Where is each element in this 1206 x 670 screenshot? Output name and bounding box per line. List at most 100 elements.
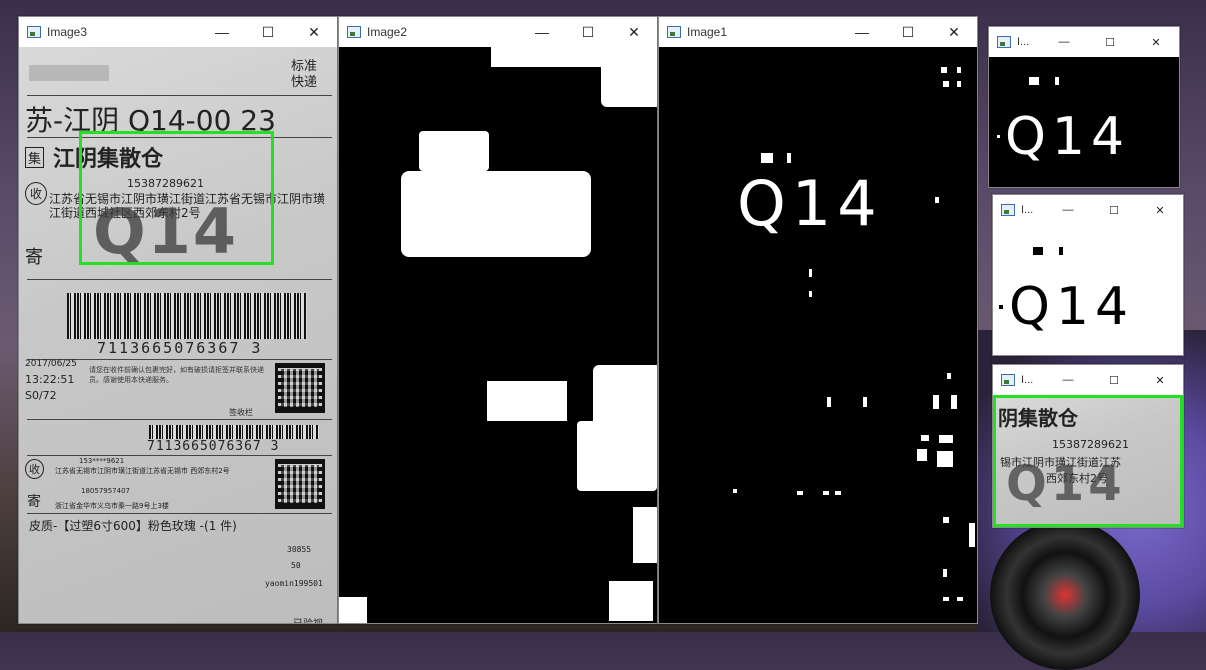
icon-post: 寄 xyxy=(25,247,43,268)
qty: 50 xyxy=(291,561,301,570)
binary-code: Q14 xyxy=(737,167,883,240)
speck xyxy=(941,67,947,73)
notice: 请您在收件前确认包裹完好，如有破损请拒签并联系快递员。感谢使用本快递服务。 xyxy=(89,366,264,384)
blob xyxy=(419,131,489,171)
window-title: I... xyxy=(1021,374,1034,386)
speck xyxy=(943,597,949,601)
titlebar-image3[interactable]: Image3 — ☐ ✕ xyxy=(19,17,337,47)
icon-send: 集 xyxy=(25,147,45,168)
blob xyxy=(609,581,653,621)
maximize-button[interactable]: ☐ xyxy=(885,17,931,47)
speck xyxy=(823,491,829,495)
speck xyxy=(997,135,1000,138)
speck xyxy=(921,435,929,441)
app-icon xyxy=(1001,204,1015,216)
logo xyxy=(29,65,109,81)
minimize-button[interactable]: — xyxy=(1045,195,1091,225)
blob xyxy=(601,67,657,107)
app-icon xyxy=(1001,374,1015,386)
image1-canvas: Q14 xyxy=(659,47,977,623)
speck xyxy=(957,597,963,601)
speck xyxy=(999,305,1003,309)
small2-canvas: Q14 xyxy=(993,225,1183,355)
speck xyxy=(917,449,927,461)
titlebar-small-1[interactable]: I... — ☐ ✕ xyxy=(989,27,1179,57)
minimize-button[interactable]: — xyxy=(1045,365,1091,395)
speck xyxy=(939,435,953,443)
speck xyxy=(957,81,961,87)
titlebar-image1[interactable]: Image1 — ☐ ✕ xyxy=(659,17,977,47)
divider xyxy=(27,279,332,280)
maximize-button[interactable]: ☐ xyxy=(1091,365,1137,395)
minimize-button[interactable]: — xyxy=(839,17,885,47)
speck xyxy=(761,153,773,163)
blob xyxy=(401,171,591,257)
speck xyxy=(809,291,812,297)
weight: 30855 xyxy=(287,545,312,554)
minimize-button[interactable]: — xyxy=(199,17,245,47)
barcode-number-2: 7113665076367 3 xyxy=(147,439,280,454)
app-icon xyxy=(27,26,41,38)
window-title: Image2 xyxy=(367,25,408,39)
crop-line-1: 阴集散仓 xyxy=(998,406,1078,430)
sender-address: 江苏省无锡市江阴市璜江街道江苏省无锡市 西郊东村2号 xyxy=(55,467,230,475)
window-image3[interactable]: Image3 — ☐ ✕ 标准 快递 苏-江阴 Q14-00 23 集 江阴集散… xyxy=(18,16,338,624)
sender-phone: 153****9621 xyxy=(79,457,125,465)
user: yaomin199501 xyxy=(265,579,323,588)
window-title: Image1 xyxy=(687,25,728,39)
window-small-2[interactable]: I... — ☐ ✕ Q14 xyxy=(992,194,1184,356)
titlebar-small-2[interactable]: I... — ☐ ✕ xyxy=(993,195,1183,225)
date: 2017/06/25 xyxy=(25,359,77,369)
speck xyxy=(957,67,961,73)
window-image1[interactable]: Image1 — ☐ ✕ Q14 xyxy=(658,16,978,624)
speck xyxy=(1055,77,1059,85)
minimize-button[interactable]: — xyxy=(1041,27,1087,57)
maximize-button[interactable]: ☐ xyxy=(1087,27,1133,57)
speck xyxy=(787,153,791,163)
app-icon xyxy=(667,26,681,38)
close-button[interactable]: ✕ xyxy=(291,17,337,47)
inspected: 已验视 xyxy=(293,615,323,623)
close-button[interactable]: ✕ xyxy=(931,17,977,47)
window-small-3[interactable]: I... — ☐ ✕ 阴集散仓 15387289621 锡市江阴市璜江街道江苏 … xyxy=(992,364,1184,528)
speck xyxy=(863,397,867,407)
barcode-main xyxy=(67,293,307,339)
maximize-button[interactable]: ☐ xyxy=(245,17,291,47)
speck xyxy=(943,517,949,523)
blob xyxy=(487,381,567,421)
icon-post-2: 寄 xyxy=(27,494,41,510)
divider xyxy=(27,513,332,514)
crop-code: Q14 xyxy=(1006,456,1126,512)
titlebar-small-3[interactable]: I... — ☐ ✕ xyxy=(993,365,1183,395)
recv-address: 浙江省金华市义乌市秦一路9号上3楼 xyxy=(55,502,169,510)
window-title: I... xyxy=(1017,36,1030,48)
image3-canvas: 标准 快递 苏-江阴 Q14-00 23 集 江阴集散仓 收 153872896… xyxy=(19,47,337,623)
signature-label: 签收栏 xyxy=(229,408,253,417)
barcode-number: 7113665076367 3 xyxy=(97,339,263,357)
maximize-button[interactable]: ☐ xyxy=(1091,195,1137,225)
speck xyxy=(797,491,803,495)
recv-phone: 18057957407 xyxy=(81,487,130,495)
speck xyxy=(835,491,841,495)
minimize-button[interactable]: — xyxy=(519,17,565,47)
speck xyxy=(943,81,949,87)
titlebar-image2[interactable]: Image2 — ☐ ✕ xyxy=(339,17,657,47)
icon-recv: 收 xyxy=(25,182,48,205)
close-button[interactable]: ✕ xyxy=(611,17,657,47)
speck xyxy=(935,197,939,203)
speck xyxy=(733,489,737,493)
close-button[interactable]: ✕ xyxy=(1133,27,1179,57)
binary-code: Q14 xyxy=(1005,107,1131,167)
blob xyxy=(339,597,367,623)
service-type: 标准 快递 xyxy=(291,59,318,90)
icon-recv-2: 收 xyxy=(25,459,44,479)
window-small-1[interactable]: I... — ☐ ✕ Q14 xyxy=(988,26,1180,188)
speck xyxy=(947,373,951,379)
window-image2[interactable]: Image2 — ☐ ✕ xyxy=(338,16,658,624)
speck xyxy=(933,395,939,409)
blob xyxy=(577,421,657,491)
maximize-button[interactable]: ☐ xyxy=(565,17,611,47)
close-button[interactable]: ✕ xyxy=(1137,365,1183,395)
close-button[interactable]: ✕ xyxy=(1137,195,1183,225)
qr-code-2 xyxy=(275,459,325,509)
